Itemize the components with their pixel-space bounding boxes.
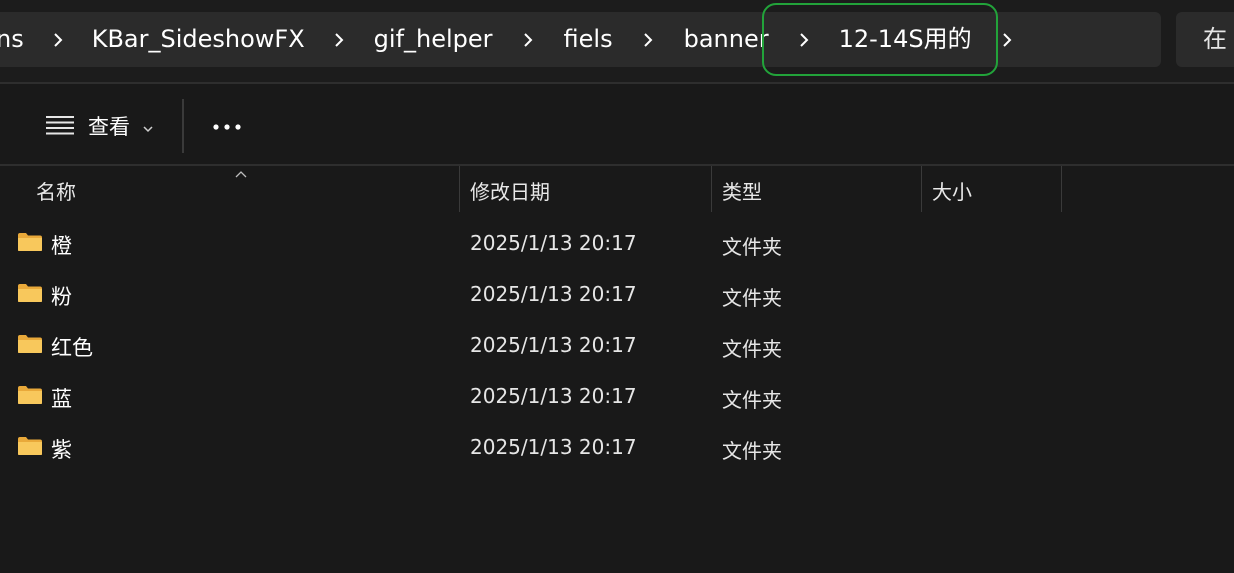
breadcrumb-item-ns[interactable]: ns <box>0 12 24 67</box>
list-item[interactable]: 橙 2025/1/13 20:17 文件夹 <box>0 218 1234 269</box>
file-date: 2025/1/13 20:17 <box>470 282 637 306</box>
column-divider[interactable] <box>459 166 460 212</box>
column-divider[interactable] <box>711 166 712 212</box>
list-lines-icon <box>46 115 74 139</box>
view-button-label: 查看 <box>88 115 130 139</box>
chevron-right-icon[interactable] <box>24 12 92 67</box>
breadcrumb-item-banner[interactable]: banner <box>684 12 769 67</box>
column-header-size[interactable]: 大小 <box>932 176 972 205</box>
view-button[interactable]: 查看 <box>34 98 162 152</box>
column-header-name[interactable]: 名称 <box>36 176 76 205</box>
file-date: 2025/1/13 20:17 <box>470 384 637 408</box>
file-name: 蓝 <box>51 387 72 411</box>
file-type: 文件夹 <box>722 235 782 259</box>
column-header-row: 名称 修改日期 类型 大小 <box>0 166 1234 212</box>
list-item[interactable]: 粉 2025/1/13 20:17 文件夹 <box>0 269 1234 320</box>
file-type: 文件夹 <box>722 439 782 463</box>
file-type: 文件夹 <box>722 286 782 310</box>
folder-icon <box>17 385 43 409</box>
file-date: 2025/1/13 20:17 <box>470 435 637 459</box>
chevron-right-icon[interactable] <box>493 12 564 67</box>
chevron-right-icon[interactable] <box>305 12 374 67</box>
more-dots-icon <box>212 116 242 135</box>
file-type: 文件夹 <box>722 337 782 361</box>
file-type: 文件夹 <box>722 388 782 412</box>
breadcrumb-item-fiels[interactable]: fiels <box>564 12 613 67</box>
address-bar: ns KBar_SideshowFX gif_helper fiels bann… <box>0 0 1234 82</box>
folder-icon <box>17 436 43 460</box>
column-header-date[interactable]: 修改日期 <box>470 176 550 205</box>
search-input[interactable]: 在 <box>1176 12 1234 67</box>
file-name: 粉 <box>51 285 72 309</box>
breadcrumb-item-gif-helper[interactable]: gif_helper <box>374 12 493 67</box>
column-divider[interactable] <box>1061 166 1062 212</box>
file-list: 橙 2025/1/13 20:17 文件夹 粉 2025/1/13 20:17 … <box>0 218 1234 473</box>
list-item[interactable]: 紫 2025/1/13 20:17 文件夹 <box>0 422 1234 473</box>
more-options-button[interactable] <box>200 98 254 152</box>
breadcrumb-item-kbar-sideshowfx[interactable]: KBar_SideshowFX <box>92 12 305 67</box>
toolbar-divider <box>182 99 184 153</box>
column-divider[interactable] <box>921 166 922 212</box>
column-header-type[interactable]: 类型 <box>722 176 762 205</box>
chevron-right-icon[interactable] <box>613 12 684 67</box>
file-date: 2025/1/13 20:17 <box>470 333 637 357</box>
file-name: 紫 <box>51 438 72 462</box>
file-name: 橙 <box>51 234 72 258</box>
folder-icon <box>17 232 43 256</box>
file-explorer-window: ns KBar_SideshowFX gif_helper fiels bann… <box>0 0 1234 573</box>
list-item[interactable]: 蓝 2025/1/13 20:17 文件夹 <box>0 371 1234 422</box>
file-date: 2025/1/13 20:17 <box>470 231 637 255</box>
sort-ascending-icon <box>234 164 248 183</box>
chevron-down-icon <box>142 119 154 138</box>
current-folder-highlight <box>762 3 998 76</box>
command-bar: 查看 <box>0 84 1234 164</box>
folder-icon <box>17 283 43 307</box>
folder-icon <box>17 334 43 358</box>
list-item[interactable]: 红色 2025/1/13 20:17 文件夹 <box>0 320 1234 371</box>
file-name: 红色 <box>51 336 93 360</box>
